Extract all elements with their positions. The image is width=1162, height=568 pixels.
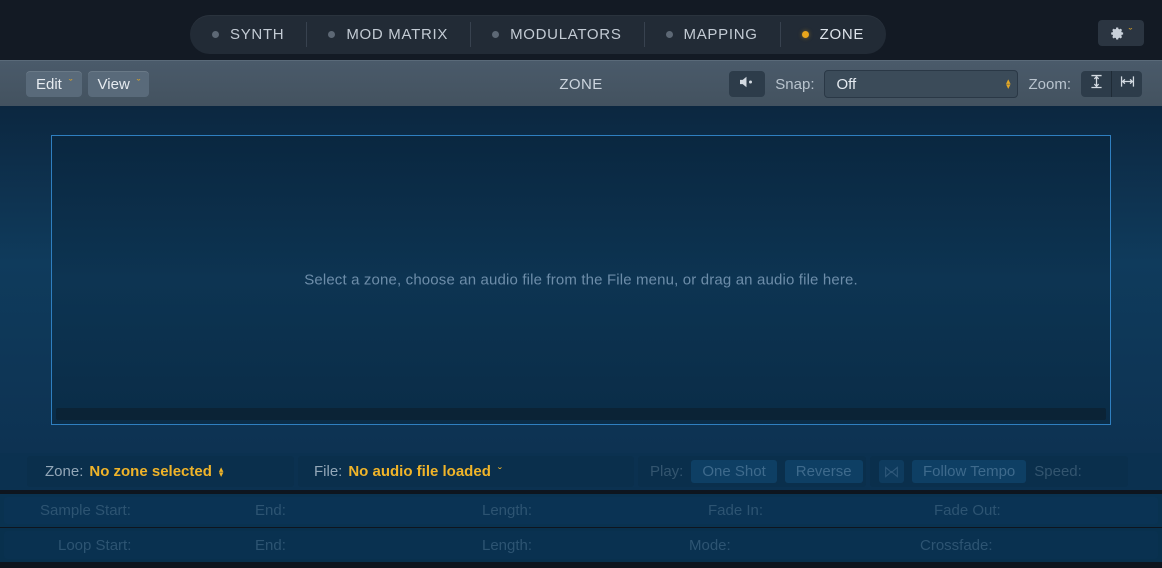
speed-label: Speed: — [1034, 463, 1082, 480]
tab-label: MAPPING — [683, 26, 758, 43]
tab-indicator-dot — [212, 31, 219, 38]
file-value: No audio file loaded — [348, 463, 491, 480]
param-fade-out[interactable]: Fade Out: — [934, 502, 1001, 519]
chevron-down-icon: ˇ — [68, 77, 73, 90]
snap-label: Snap: — [775, 75, 815, 93]
stepper-down-icon[interactable]: ▾ — [1006, 82, 1011, 91]
audition-speaker-button[interactable] — [729, 71, 766, 97]
param-sample-end[interactable]: End: — [255, 502, 482, 519]
chevron-down-icon: ˇ — [136, 77, 141, 90]
zone-stepper-icon[interactable]: ▴ ▾ — [219, 464, 224, 478]
loop-parameter-row: Loop Start: End: Length: Mode: Crossfade… — [0, 528, 1162, 562]
view-menu-button[interactable]: View ˇ — [87, 71, 150, 97]
chevron-down-icon: ˇ — [497, 464, 502, 479]
toolbar-right-group: Snap: Off ▴ ▾ Zoom: — [729, 61, 1142, 107]
follow-tempo-button[interactable]: Follow Tempo — [912, 460, 1027, 483]
param-fade-in[interactable]: Fade In: — [708, 502, 934, 519]
reverse-button[interactable]: Reverse — [784, 460, 863, 483]
one-shot-button[interactable]: One Shot — [691, 460, 777, 483]
tempo-group: Follow Tempo Speed: — [870, 456, 1128, 487]
file-selector[interactable]: File: No audio file loaded ˇ — [298, 456, 634, 487]
tab-zone[interactable]: ZONE — [779, 15, 886, 54]
zone-value: No zone selected — [89, 463, 212, 480]
stepper-down-icon[interactable]: ▾ — [219, 469, 224, 478]
gear-icon — [1110, 26, 1125, 41]
param-sample-length[interactable]: Length: — [482, 502, 708, 519]
zoom-horizontal-button[interactable] — [1111, 71, 1142, 97]
chevron-down-icon: ˇ — [1128, 26, 1133, 39]
speaker-icon — [738, 75, 756, 94]
tab-indicator-dot — [801, 31, 809, 38]
sample-parameter-row: Sample Start: End: Length: Fade In: Fade… — [0, 494, 1162, 527]
tab-mapping[interactable]: MAPPING — [643, 15, 780, 54]
tab-group: SYNTH MOD MATRIX MODULATORS MAPPING ZONE — [190, 15, 887, 54]
zone-info-bar: Zone: No zone selected ▴ ▾ File: No audi… — [0, 453, 1162, 490]
tab-label: MOD MATRIX — [346, 26, 449, 43]
tab-bar: SYNTH MOD MATRIX MODULATORS MAPPING ZONE — [0, 0, 1162, 60]
waveform-display[interactable]: Select a zone, choose an audio file from… — [51, 135, 1111, 425]
play-mode-group: Play: One Shot Reverse — [638, 456, 866, 487]
zone-toolbar: Edit ˇ View ˇ ZONE Snap: Off ▴ ▾ Zoom: — [0, 60, 1162, 108]
param-loop-end[interactable]: End: — [255, 537, 482, 554]
snap-value: Off — [836, 75, 857, 93]
tab-indicator-dot — [492, 31, 500, 38]
param-crossfade[interactable]: Crossfade: — [920, 537, 993, 554]
tab-label: MODULATORS — [510, 26, 622, 43]
tab-synth[interactable]: SYNTH — [190, 15, 306, 54]
zoom-vertical-icon — [1088, 73, 1105, 95]
zoom-label: Zoom: — [1028, 75, 1071, 93]
tab-label: ZONE — [819, 26, 865, 43]
tab-indicator-dot — [665, 31, 673, 38]
param-loop-start[interactable]: Loop Start: — [58, 537, 255, 554]
stepper-icon[interactable]: ▴ ▾ — [1006, 77, 1011, 91]
plugin-window: SYNTH MOD MATRIX MODULATORS MAPPING ZONE — [0, 0, 1162, 568]
zone-selector[interactable]: Zone: No zone selected ▴ ▾ — [27, 456, 294, 487]
horizontal-scrollbar[interactable] — [56, 408, 1106, 420]
zoom-button-group — [1081, 71, 1142, 97]
edit-menu-button[interactable]: Edit ˇ — [26, 71, 82, 97]
settings-menu-button[interactable]: ˇ — [1098, 20, 1144, 46]
play-label: Play: — [650, 463, 684, 480]
tab-modulators[interactable]: MODULATORS — [470, 15, 643, 54]
param-loop-length[interactable]: Length: — [482, 537, 689, 554]
view-menu-label: View — [97, 75, 130, 93]
tab-indicator-dot — [328, 31, 336, 38]
file-label: File: — [314, 463, 343, 480]
edit-menu-label: Edit — [36, 75, 62, 93]
tab-mod-matrix[interactable]: MOD MATRIX — [306, 15, 470, 54]
zone-label: Zone: — [45, 463, 84, 480]
zone-editor-stage: Select a zone, choose an audio file from… — [0, 106, 1162, 453]
zoom-vertical-button[interactable] — [1081, 71, 1111, 97]
follow-tempo-icon[interactable] — [879, 460, 904, 483]
param-loop-mode[interactable]: Mode: — [689, 537, 920, 554]
snap-select[interactable]: Off ▴ ▾ — [824, 70, 1019, 98]
tab-label: SYNTH — [230, 26, 285, 43]
waveform-placeholder-text: Select a zone, choose an audio file from… — [304, 271, 858, 289]
param-sample-start[interactable]: Sample Start: — [40, 502, 255, 519]
zoom-horizontal-icon — [1119, 73, 1136, 95]
